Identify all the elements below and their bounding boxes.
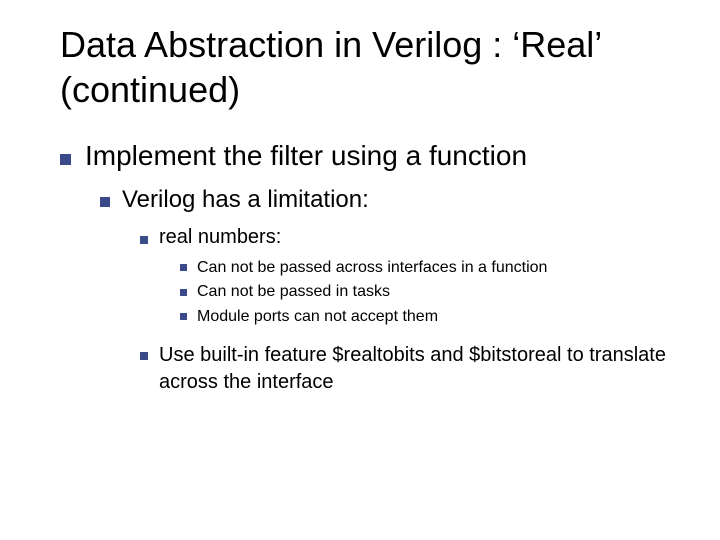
bullet-level3: real numbers: bbox=[140, 226, 680, 249]
square-bullet-icon bbox=[140, 352, 148, 360]
slide-title: Data Abstraction in Verilog : ‘Real’ (co… bbox=[60, 22, 680, 112]
level2-text: Verilog has a limitation: bbox=[122, 186, 680, 214]
bullet-level4: Module ports can not accept them bbox=[180, 306, 680, 328]
square-bullet-icon bbox=[180, 264, 187, 271]
level4-text: Can not be passed across interfaces in a… bbox=[197, 257, 680, 279]
bullet-level2: Verilog has a limitation: bbox=[100, 186, 680, 214]
bullet-level3: Use built-in feature $realtobits and $bi… bbox=[140, 342, 680, 396]
square-bullet-icon bbox=[180, 313, 187, 320]
bullet-level4: Can not be passed across interfaces in a… bbox=[180, 257, 680, 279]
level3-text: Use built-in feature $realtobits and $bi… bbox=[159, 342, 680, 396]
square-bullet-icon bbox=[180, 289, 187, 296]
square-bullet-icon bbox=[100, 197, 110, 207]
level4-text: Module ports can not accept them bbox=[197, 306, 680, 328]
level3-text: real numbers: bbox=[159, 226, 680, 249]
bullet-level4: Can not be passed in tasks bbox=[180, 281, 680, 303]
bullet-level1: Implement the filter using a function bbox=[60, 140, 680, 172]
level1-text: Implement the filter using a function bbox=[85, 140, 680, 172]
slide: Data Abstraction in Verilog : ‘Real’ (co… bbox=[0, 0, 720, 540]
square-bullet-icon bbox=[140, 236, 148, 244]
level4-text: Can not be passed in tasks bbox=[197, 281, 680, 303]
square-bullet-icon bbox=[60, 154, 71, 165]
